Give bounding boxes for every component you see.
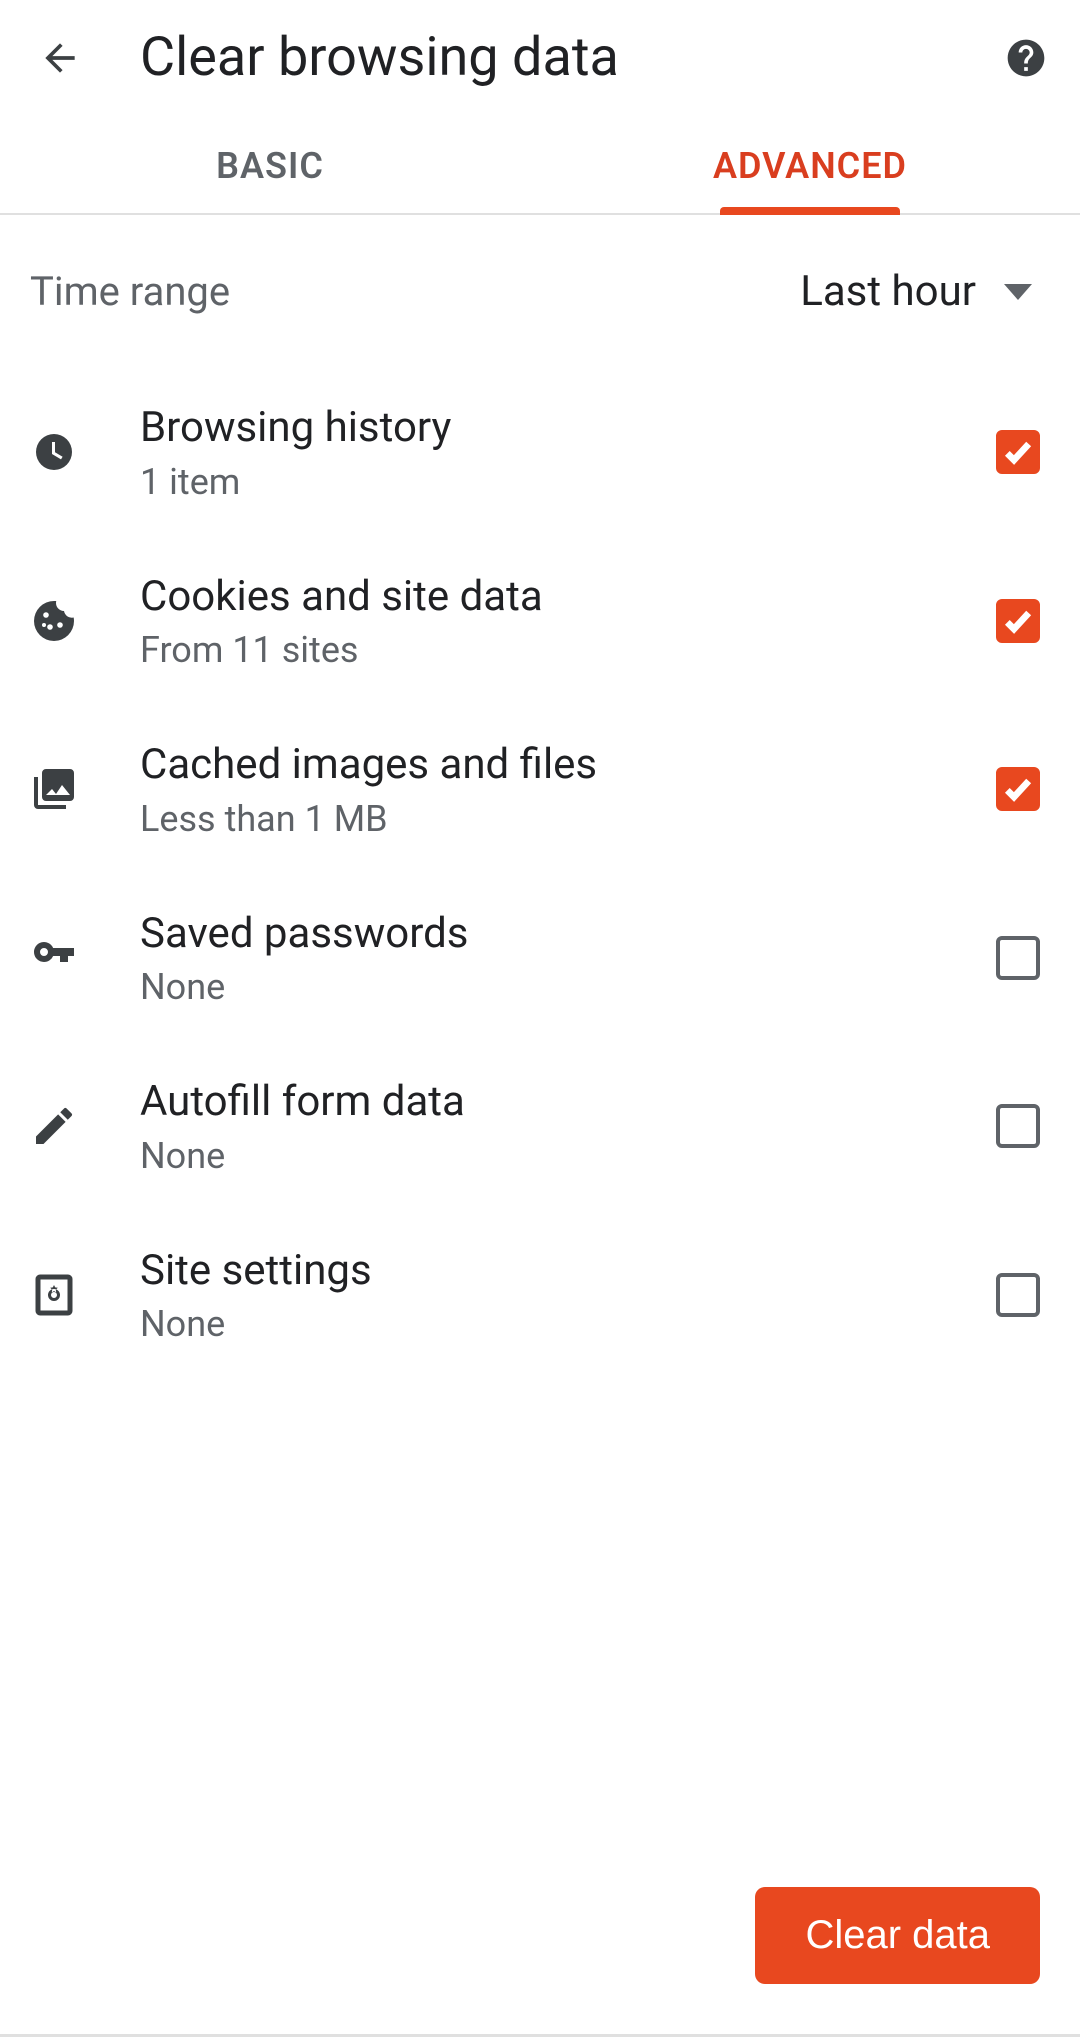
clear-data-button[interactable]: Clear data: [755, 1887, 1040, 1984]
image-files-icon: [30, 765, 110, 813]
tab-advanced[interactable]: ADVANCED: [540, 115, 1080, 213]
row-title: Cookies and site data: [140, 571, 996, 624]
checkbox-browsing-history[interactable]: [996, 430, 1040, 474]
row-browsing-history[interactable]: Browsing history 1 item: [0, 368, 1080, 537]
row-text: Browsing history 1 item: [110, 402, 996, 503]
row-title: Browsing history: [140, 402, 996, 455]
time-range-row: Time range Last hour: [0, 215, 1080, 368]
footer-bar: Clear data: [0, 1857, 1080, 2037]
help-icon: [1004, 36, 1048, 80]
page-title: Clear browsing data: [140, 26, 1002, 89]
row-title: Autofill form data: [140, 1076, 996, 1129]
row-text: Autofill form data None: [110, 1076, 996, 1177]
header-bar: Clear browsing data: [0, 0, 1080, 115]
arrow-left-icon: [38, 36, 82, 80]
checkbox-cached-images[interactable]: [996, 767, 1040, 811]
row-title: Cached images and files: [140, 739, 996, 792]
clear-browsing-data-screen: Clear browsing data BASIC ADVANCED Time …: [0, 0, 1080, 2037]
tab-basic[interactable]: BASIC: [0, 115, 540, 213]
checkbox-cookies[interactable]: [996, 599, 1040, 643]
key-icon: [30, 934, 110, 982]
pencil-icon: [30, 1102, 110, 1150]
check-icon: [1002, 436, 1034, 468]
row-subtitle: None: [140, 1303, 996, 1345]
row-subtitle: 1 item: [140, 461, 996, 503]
checkbox-saved-passwords[interactable]: [996, 936, 1040, 980]
row-title: Saved passwords: [140, 908, 996, 961]
row-saved-passwords[interactable]: Saved passwords None: [0, 874, 1080, 1043]
row-cached-images[interactable]: Cached images and files Less than 1 MB: [0, 705, 1080, 874]
checkbox-autofill[interactable]: [996, 1104, 1040, 1148]
row-text: Cookies and site data From 11 sites: [110, 571, 996, 672]
back-button[interactable]: [30, 28, 90, 88]
row-text: Saved passwords None: [110, 908, 996, 1009]
tab-bar: BASIC ADVANCED: [0, 115, 1080, 215]
row-cookies[interactable]: Cookies and site data From 11 sites: [0, 537, 1080, 706]
time-range-label: Time range: [30, 268, 230, 315]
row-subtitle: From 11 sites: [140, 629, 996, 671]
site-settings-icon: [30, 1271, 110, 1319]
check-icon: [1002, 773, 1034, 805]
row-site-settings[interactable]: Site settings None: [0, 1211, 1080, 1380]
row-subtitle: None: [140, 1135, 996, 1177]
time-range-value: Last hour: [800, 267, 976, 316]
check-icon: [1002, 605, 1034, 637]
row-autofill[interactable]: Autofill form data None: [0, 1042, 1080, 1211]
history-icon: [30, 428, 110, 476]
row-text: Cached images and files Less than 1 MB: [110, 739, 996, 840]
checkbox-site-settings[interactable]: [996, 1273, 1040, 1317]
row-subtitle: Less than 1 MB: [140, 798, 996, 840]
time-range-select[interactable]: Last hour: [800, 267, 1032, 316]
row-subtitle: None: [140, 966, 996, 1008]
chevron-down-icon: [1004, 284, 1032, 300]
row-text: Site settings None: [110, 1245, 996, 1346]
row-title: Site settings: [140, 1245, 996, 1298]
help-button[interactable]: [1002, 34, 1050, 82]
cookie-icon: [30, 597, 110, 645]
options-list: Browsing history 1 item Cookies and site…: [0, 368, 1080, 1857]
